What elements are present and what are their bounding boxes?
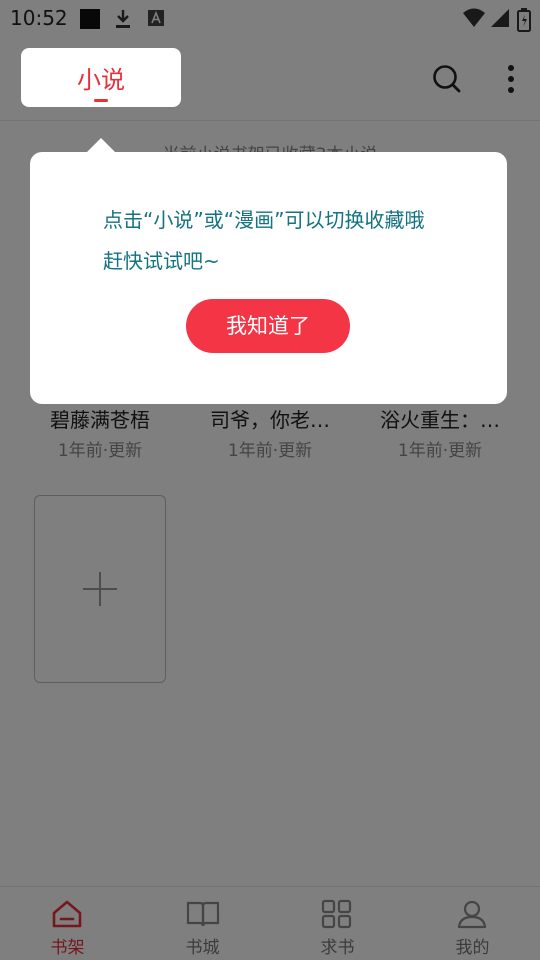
- modal-overlay[interactable]: [0, 0, 540, 960]
- tip-dialog: 点击“小说”或“漫画”可以切换收藏哦 赶快试试吧~ 我知道了: [30, 152, 507, 404]
- dialog-message-line1: 点击“小说”或“漫画”可以切换收藏哦: [103, 208, 425, 232]
- tab-novel-highlight-label: 小说: [77, 66, 125, 94]
- dialog-message-line2: 赶快试试吧~: [103, 249, 220, 273]
- app-page: 10:52 小说: [0, 0, 540, 961]
- tab-highlight-indicator: [94, 99, 108, 102]
- dialog-pointer: [86, 138, 116, 153]
- got-it-button[interactable]: 我知道了: [186, 299, 350, 353]
- tab-novel-highlight[interactable]: 小说: [21, 48, 181, 107]
